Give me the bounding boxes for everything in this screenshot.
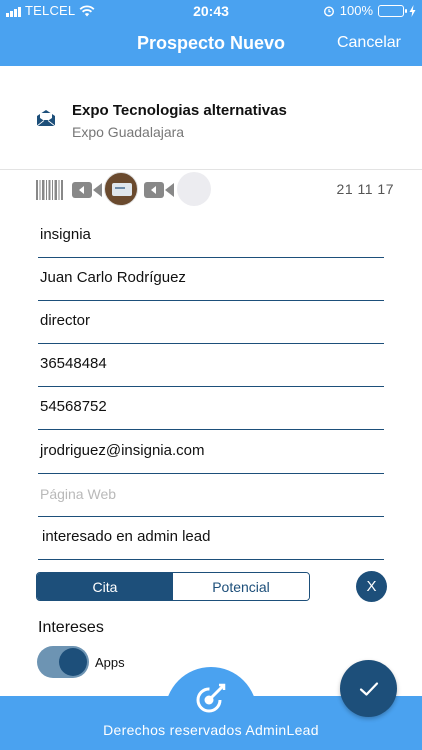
video-camera-icon[interactable] (72, 181, 102, 199)
video-camera-icon[interactable] (144, 181, 174, 199)
barcode-icon[interactable] (36, 180, 64, 200)
segment-cita[interactable]: Cita (37, 573, 173, 600)
phone-value: 36548484 (40, 355, 107, 372)
battery-percent: 100% (339, 3, 373, 18)
alarm-icon (323, 5, 334, 17)
status-bar: TELCEL 20:43 100% (0, 0, 422, 22)
email-value: jrodriguez@insignia.com (40, 442, 205, 459)
phone-field[interactable]: 36548484 (38, 347, 384, 387)
notes-value: interesado en admin lead (42, 528, 211, 545)
company-field[interactable]: insignia (38, 218, 384, 258)
adminlead-logo-icon (196, 683, 226, 713)
nav-bar: TELCEL 20:43 100% Prospecto Nuevo Cancel… (0, 0, 422, 66)
mobile-field[interactable]: 54568752 (38, 390, 384, 430)
charging-icon (409, 4, 416, 17)
event-title: Expo Tecnologias alternativas (72, 102, 287, 119)
name-field[interactable]: Juan Carlo Rodríguez (38, 261, 384, 301)
capture-date: 21 11 17 (336, 181, 394, 197)
notes-field[interactable]: interesado en admin lead (38, 520, 384, 560)
email-field[interactable]: jrodriguez@insignia.com (38, 434, 384, 474)
empty-photo-slot[interactable] (177, 172, 211, 206)
card-photo-thumbnail[interactable] (104, 172, 138, 206)
position-field[interactable]: director (38, 304, 384, 344)
save-button[interactable] (340, 660, 397, 717)
battery-icon (378, 4, 407, 17)
mobile-value: 54568752 (40, 398, 107, 415)
website-field[interactable]: Página Web (38, 477, 384, 517)
website-placeholder: Página Web (40, 486, 117, 502)
event-header[interactable]: Expo Tecnologias alternativas Expo Guada… (0, 66, 422, 170)
position-value: director (40, 312, 91, 329)
event-subtitle: Expo Guadalajara (72, 124, 185, 140)
apps-toggle[interactable] (37, 646, 89, 678)
cancel-button[interactable]: Cancelar (337, 34, 401, 52)
envelope-open-icon (36, 110, 56, 127)
name-value: Juan Carlo Rodríguez (40, 269, 186, 286)
type-segment: Cita Potencial (36, 572, 310, 601)
company-value: insignia (40, 226, 91, 243)
interests-heading: Intereses (38, 619, 104, 636)
clear-button[interactable]: X (356, 571, 387, 602)
apps-label: Apps (95, 655, 125, 670)
footer-text: Derechos reservados AdminLead (103, 722, 319, 738)
segment-potencial[interactable]: Potencial (173, 573, 309, 600)
checkmark-icon (359, 681, 378, 696)
